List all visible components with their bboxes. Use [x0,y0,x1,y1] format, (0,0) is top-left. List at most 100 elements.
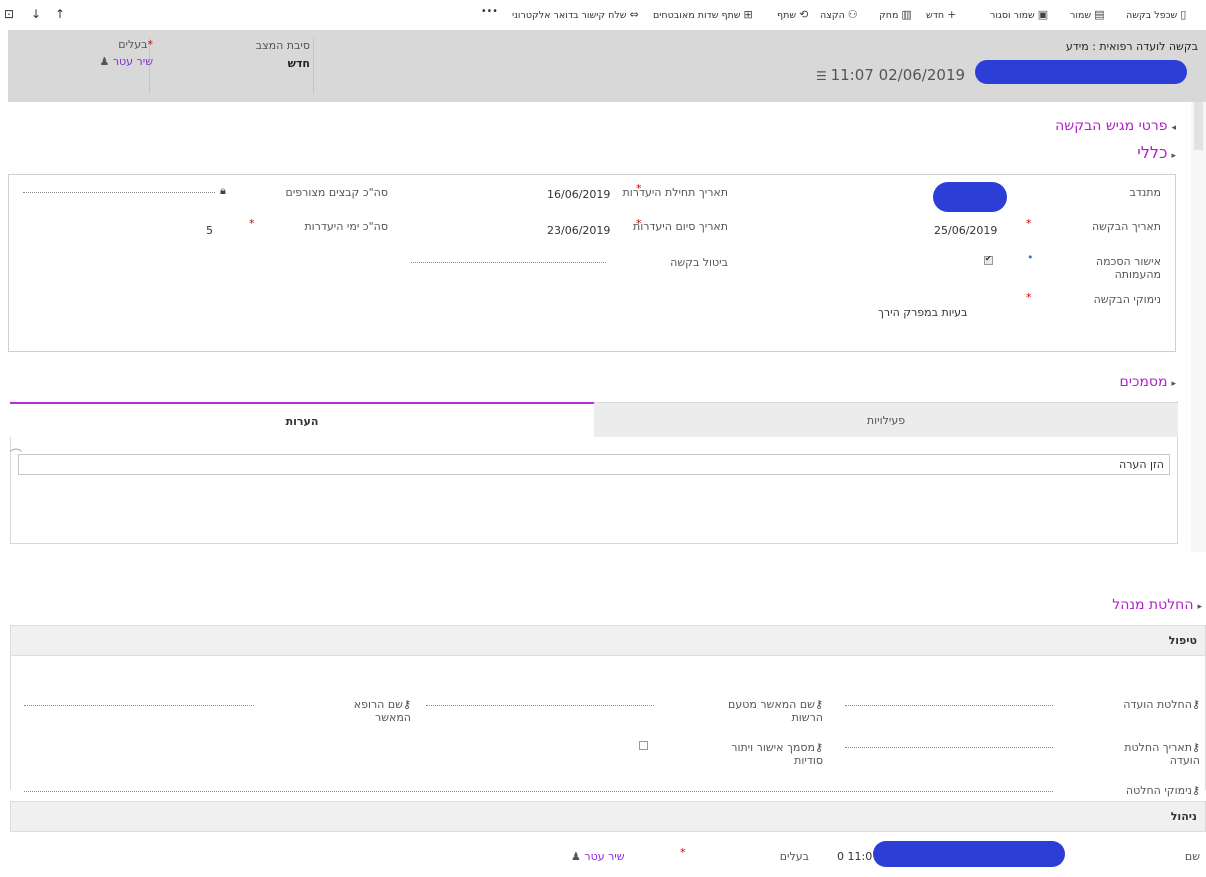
handling-bar: טיפול [10,625,1206,656]
scrollbar[interactable] [1191,102,1206,552]
recommended-marker: • [1027,251,1034,264]
redacted-volunteer [933,182,1007,212]
collapse-icon: ▸ [1171,151,1176,161]
tab-activities[interactable]: פעילויות [594,402,1178,437]
required-marker: * [636,182,642,195]
key-icon: ⚷ [814,698,823,711]
absence-days-label: סה"כ ימי היעדרות [304,220,388,233]
email-link-button[interactable]: ⇔שלח קישור בדואר אלקטרוני [512,8,639,24]
section-requester[interactable]: ◂פרטי מגיש הבקשה [1055,118,1176,134]
key-icon: ⚷ [1191,698,1200,711]
scrollbar-thumb[interactable] [1194,102,1203,150]
admin-owner-label: בעלים [779,850,809,863]
save-button[interactable]: ▤שמור [1070,8,1105,24]
section-general[interactable]: ▸כללי [1137,143,1176,162]
entity-title: בקשה לועדה רפואית : מידע [1065,40,1198,53]
duplicate-request-button[interactable]: ▯שכפל בקשה [1126,8,1186,24]
share-secure-icon: ⊞ [743,8,753,21]
approver-name-label: ⚷שם המאשר מטעם הרשות [728,698,823,724]
expand-icon: ◂ [1171,123,1176,133]
confidentiality-doc-label: ⚷מסמך אישור ויתור סודיות [731,741,823,767]
plus-icon: + [947,8,957,21]
committee-decision-label: ⚷החלטת הועדה [1123,698,1200,711]
save-close-icon: ▣ [1037,8,1049,21]
collapse-icon: ▸ [1171,379,1176,389]
header-divider [313,38,314,94]
lock-icon: 🔒︎ [220,184,226,197]
user-icon: ♟ [99,55,110,68]
tab-notes[interactable]: הערות [10,402,594,437]
list-icon[interactable]: ☰ [816,69,831,83]
section-manager-decision[interactable]: ▸החלטת מנהל [1112,597,1202,613]
share-icon: ⟲ [799,8,809,21]
more-commands-button[interactable]: ••• [481,6,498,22]
panel-icon[interactable]: ⊡ [4,7,14,21]
redacted-name [975,60,1187,84]
approving-doctor-field[interactable] [24,705,254,706]
admin-owner-link[interactable]: שיר עטר ♟ [571,850,625,863]
required-marker: * [1026,217,1032,230]
arrow-up-icon[interactable]: ↑ [55,7,65,21]
approving-doctor-label: ⚷שם הרופא המאשר [353,698,411,724]
record-header: בקשה לועדה רפואית : מידע ☰ 11:07 02/06/2… [8,30,1206,102]
committee-decision-field[interactable] [845,705,1053,706]
note-input[interactable]: הזן הערה [18,454,1170,475]
name-label: שם [1184,850,1200,863]
absence-start-value[interactable]: 16/06/2019 [547,188,610,201]
required-marker: * [680,846,686,859]
decision-reasons-label: ⚷נימוקי החלטה [1125,784,1200,797]
trash-icon: ▥ [901,8,912,21]
general-panel: מתנדב תאריך הבקשה * 25/06/2019 אישור הסכ… [8,174,1176,352]
owner-link[interactable]: שיר עטר ♟ [99,55,153,68]
cancel-request-label: ביטול בקשה [670,256,728,269]
share-secure-fields-button[interactable]: ⊞שתף שדות מאובטחים [653,8,753,24]
status-reason-label: סיבת המצב [255,39,310,52]
absence-end-value[interactable]: 23/06/2019 [547,224,610,237]
key-icon: ⚷ [814,741,823,754]
section-documents[interactable]: ▸מסמכים [1120,374,1176,390]
volunteer-label: מתנדב [1129,186,1161,199]
key-icon: ⚷ [1191,741,1200,754]
confidentiality-doc-checkbox[interactable] [639,741,648,750]
org-approval-label: אישור הסכמה מהעמותה [1095,255,1161,281]
required-marker: * [636,217,642,230]
org-approval-checkbox[interactable] [984,254,993,265]
attached-files-label: סה"כ קבצים מצורפים [285,186,388,199]
command-bar: ⊡ ↓ ↑ ••• ⇔שלח קישור בדואר אלקטרוני ⊞שתף… [0,0,1206,30]
attached-files-field [23,192,215,193]
status-reason-value: חדש [287,57,310,70]
admin-bar: ניהול [10,801,1206,832]
approver-name-field[interactable] [426,705,654,706]
user-icon: ♟ [571,850,581,863]
request-date-value[interactable]: 25/06/2019 [934,224,997,237]
redacted-name [873,841,1065,867]
link-icon: ⇔ [629,8,639,21]
request-reasons-value[interactable]: בעיות במפרק הירך [878,306,967,319]
save-icon: ▤ [1094,8,1105,21]
key-icon: ⚷ [402,698,411,711]
assign-icon: ⚇ [847,8,858,21]
handling-panel [10,656,1206,790]
decision-date-label: ⚷תאריך החלטת הועדה [1124,741,1200,767]
share-button[interactable]: ⟲שתף [777,8,808,24]
request-reasons-label: נימוקי הבקשה [1093,293,1161,306]
collapse-icon: ▸ [1197,602,1202,612]
key-icon: ⚷ [1191,784,1200,797]
delete-button[interactable]: ▥מחק [879,8,912,24]
note-pointer-icon: ⌒ [10,448,23,462]
new-button[interactable]: +חדש [926,8,956,24]
copy-icon: ▯ [1180,8,1187,21]
required-marker: * [1026,291,1032,304]
absence-end-label: תאריך סיום היעדרות [632,220,728,233]
owner-label: *שיר עטרבעלים [118,38,153,51]
record-title: ☰ 11:07 02/06/2019 [816,66,966,84]
decision-date-field[interactable] [845,747,1053,748]
arrow-down-icon[interactable]: ↓ [31,7,41,21]
request-date-label: תאריך הבקשה [1092,220,1161,233]
save-close-button[interactable]: ▣שמור וסגור [990,8,1048,24]
assign-button[interactable]: ⚇הקצה [820,8,858,24]
cancel-request-field[interactable] [411,262,606,263]
absence-days-value[interactable]: 5 [206,224,213,237]
required-marker: * [249,217,255,230]
decision-reasons-field[interactable] [24,791,1053,792]
